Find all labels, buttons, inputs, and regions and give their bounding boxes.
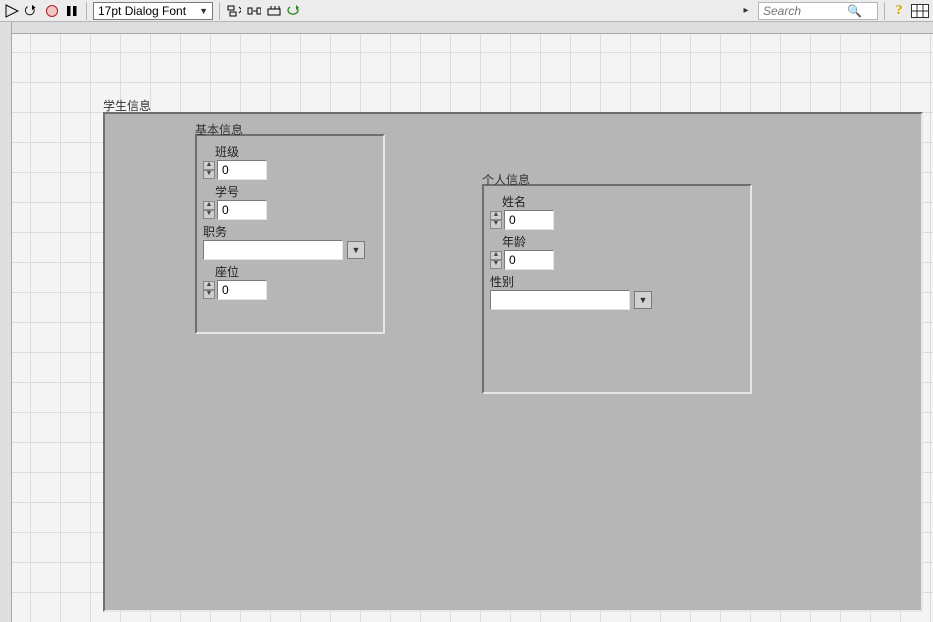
panel-icon[interactable] <box>911 4 929 18</box>
label-role: 职务 <box>203 223 377 240</box>
spin-buttons[interactable]: ▲ ▼ <box>203 161 215 179</box>
run-icon[interactable] <box>4 3 20 19</box>
distribute-icon[interactable] <box>246 3 262 19</box>
seat-numeric[interactable]: ▲ ▼ <box>203 280 377 300</box>
abort-icon[interactable] <box>44 3 60 19</box>
reorder-icon[interactable] <box>286 3 302 19</box>
basic-info-cluster[interactable]: 基本信息 班级 ▲ ▼ 学号 ▲ ▼ <box>195 134 385 334</box>
spin-down-icon[interactable]: ▼ <box>203 170 215 179</box>
spin-buttons[interactable]: ▲ ▼ <box>203 201 215 219</box>
spin-down-icon[interactable]: ▼ <box>490 220 502 229</box>
personal-info-cluster[interactable]: 个人信息 姓名 ▲ ▼ 年龄 ▲ ▼ <box>482 184 752 394</box>
canvas: 学生信息 基本信息 班级 ▲ ▼ 学号 ▲ <box>0 22 933 622</box>
role-combo[interactable]: ▼ <box>203 240 377 260</box>
toolbar: 17pt Dialog Font ▼ ▸ 🔍 ? <box>0 0 933 22</box>
label-age: 年龄 <box>490 233 744 250</box>
separator <box>86 2 87 20</box>
student-id-numeric[interactable]: ▲ ▼ <box>203 200 377 220</box>
help-icon[interactable]: ? <box>891 3 907 19</box>
dropdown-button-icon[interactable]: ▼ <box>634 291 652 309</box>
spin-up-icon[interactable]: ▲ <box>203 161 215 170</box>
separator <box>884 2 885 20</box>
cluster-label-basic: 基本信息 <box>195 121 243 138</box>
dropdown-button-icon[interactable]: ▼ <box>347 241 365 259</box>
spin-up-icon[interactable]: ▲ <box>490 211 502 220</box>
role-input[interactable] <box>203 240 343 260</box>
label-gender: 性别 <box>490 273 744 290</box>
label-class: 班级 <box>203 143 377 160</box>
resize-icon[interactable] <box>266 3 282 19</box>
spin-up-icon[interactable]: ▲ <box>203 281 215 290</box>
search-icon[interactable]: 🔍 <box>847 4 862 18</box>
age-input[interactable] <box>504 250 554 270</box>
name-input[interactable] <box>504 210 554 230</box>
name-numeric[interactable]: ▲ ▼ <box>490 210 744 230</box>
age-numeric[interactable]: ▲ ▼ <box>490 250 744 270</box>
font-dropdown[interactable]: 17pt Dialog Font ▼ <box>93 2 213 20</box>
spin-up-icon[interactable]: ▲ <box>490 251 502 260</box>
spin-down-icon[interactable]: ▼ <box>203 290 215 299</box>
search-input[interactable] <box>763 4 843 18</box>
horizontal-ruler <box>0 22 933 34</box>
label-name: 姓名 <box>490 193 744 210</box>
spin-up-icon[interactable]: ▲ <box>203 201 215 210</box>
align-icon[interactable] <box>226 3 242 19</box>
student-info-cluster[interactable]: 基本信息 班级 ▲ ▼ 学号 ▲ ▼ <box>103 112 923 612</box>
gender-combo[interactable]: ▼ <box>490 290 744 310</box>
chevron-down-icon: ▼ <box>199 6 208 16</box>
separator <box>219 2 220 20</box>
cluster-label-personal: 个人信息 <box>482 171 530 188</box>
font-dropdown-value: 17pt Dialog Font <box>98 4 186 18</box>
vertical-ruler <box>0 22 12 622</box>
class-input[interactable] <box>217 160 267 180</box>
pause-icon[interactable] <box>64 3 80 19</box>
label-student-id: 学号 <box>203 183 377 200</box>
class-numeric[interactable]: ▲ ▼ <box>203 160 377 180</box>
student-id-input[interactable] <box>217 200 267 220</box>
chevron-right-icon[interactable]: ▸ <box>738 3 754 19</box>
spin-down-icon[interactable]: ▼ <box>203 210 215 219</box>
spin-buttons[interactable]: ▲ ▼ <box>203 281 215 299</box>
seat-input[interactable] <box>217 280 267 300</box>
label-seat: 座位 <box>203 263 377 280</box>
spin-buttons[interactable]: ▲ ▼ <box>490 211 502 229</box>
spin-down-icon[interactable]: ▼ <box>490 260 502 269</box>
run-continuous-icon[interactable] <box>24 3 40 19</box>
search-box[interactable]: 🔍 <box>758 2 878 20</box>
gender-input[interactable] <box>490 290 630 310</box>
spin-buttons[interactable]: ▲ ▼ <box>490 251 502 269</box>
